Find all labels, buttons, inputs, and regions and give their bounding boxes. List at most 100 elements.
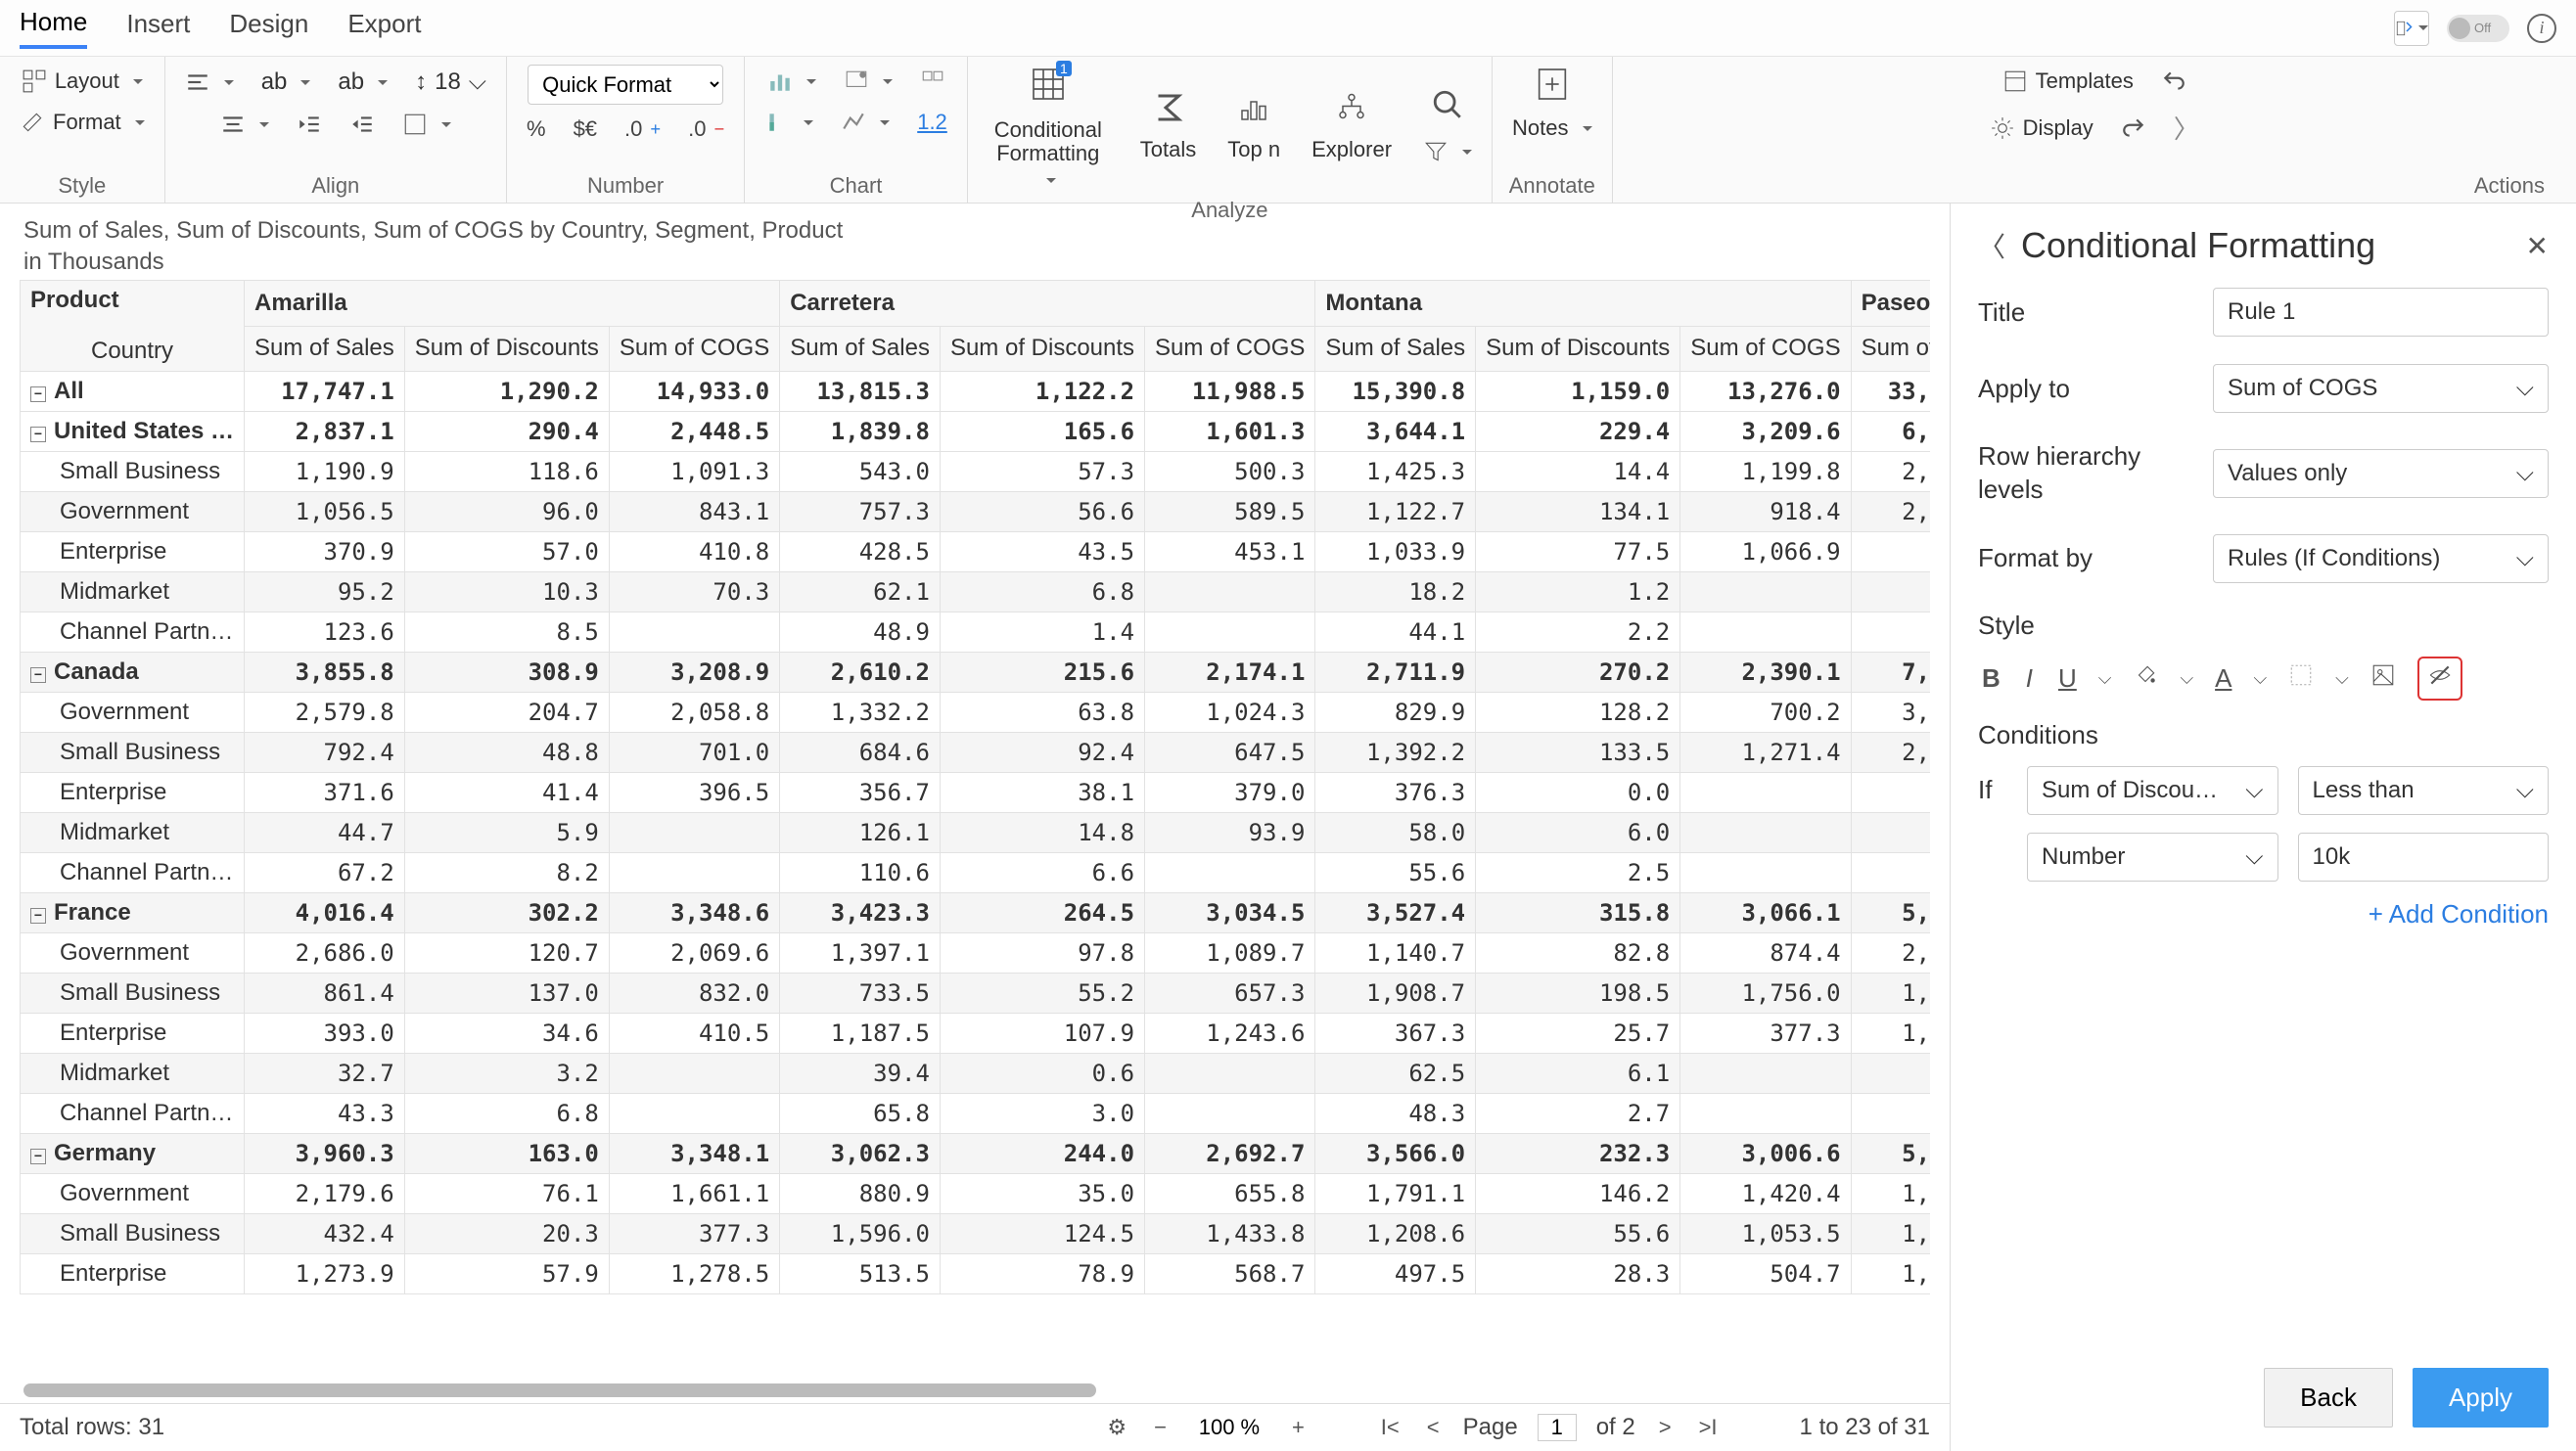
prev-page-button[interactable]: <: [1423, 1415, 1444, 1440]
bold-button[interactable]: B: [1978, 659, 2004, 698]
table-row[interactable]: Government2,686.0120.72,069.61,397.197.8…: [21, 933, 1931, 974]
format-button[interactable]: Format: [12, 106, 153, 139]
font-size-stepper[interactable]: ↕ 18 ⌵: [407, 65, 494, 100]
page-input[interactable]: [1538, 1414, 1577, 1441]
table-row[interactable]: −France4,016.4302.23,348.63,423.3264.53,…: [21, 893, 1931, 933]
filter-button[interactable]: [1415, 135, 1480, 168]
undo-button[interactable]: [2153, 65, 2194, 98]
first-page-button[interactable]: I<: [1377, 1415, 1403, 1440]
chart-spark-button[interactable]: [833, 106, 897, 139]
table-row[interactable]: −Canada3,855.8308.93,208.92,610.2215.62,…: [21, 653, 1931, 693]
fill-color-button[interactable]: [2129, 658, 2162, 699]
search-icon[interactable]: [1431, 88, 1464, 121]
sparkline-icon: [841, 110, 866, 135]
tab-design[interactable]: Design: [229, 9, 308, 47]
indent-button[interactable]: [342, 108, 383, 141]
borders-button[interactable]: [394, 108, 459, 141]
condition-type-select[interactable]: Number⌵: [2027, 833, 2278, 882]
ab-rotate-button[interactable]: ab: [253, 65, 319, 100]
table-row[interactable]: Channel Partn…123.68.548.91.444.12.283.9: [21, 612, 1931, 653]
table-row[interactable]: Small Business432.420.3377.31,596.0124.5…: [21, 1214, 1931, 1254]
formatby-select[interactable]: Rules (If Conditions)⌵: [2213, 534, 2549, 583]
applyto-select[interactable]: Sum of COGS⌵: [2213, 364, 2549, 413]
decimal-decrease-button[interactable]: .0−: [680, 113, 732, 146]
align-v-button[interactable]: [212, 108, 277, 141]
add-condition-link[interactable]: + Add Condition: [1978, 899, 2549, 930]
design-mode-icon[interactable]: [2394, 11, 2429, 46]
italic-button[interactable]: I: [2022, 659, 2037, 698]
condition-operator-select[interactable]: Less than⌵: [2298, 766, 2550, 815]
last-page-button[interactable]: >I: [1695, 1415, 1722, 1440]
border-styling-button[interactable]: [2284, 658, 2318, 699]
notes-button[interactable]: Notes: [1504, 112, 1599, 145]
apply-button[interactable]: Apply: [2413, 1368, 2549, 1428]
currency-button[interactable]: $€: [566, 113, 605, 146]
settings-gear-icon[interactable]: ⚙: [1103, 1415, 1130, 1440]
table-row[interactable]: −United States …2,837.1290.42,448.51,839…: [21, 412, 1931, 452]
underline-button[interactable]: U: [2054, 659, 2081, 698]
rowhierarchy-select[interactable]: Values only⌵: [2213, 449, 2549, 498]
zoom-input[interactable]: [1190, 1415, 1268, 1440]
expand-ribbon-button[interactable]: 〉: [2166, 106, 2207, 150]
templates-button[interactable]: Templates: [1995, 65, 2141, 98]
table-row[interactable]: Small Business1,190.9118.61,091.3543.057…: [21, 452, 1931, 492]
table-row[interactable]: Small Business792.448.8701.0684.692.4647…: [21, 733, 1931, 773]
layout-button[interactable]: Layout: [14, 65, 151, 98]
chart-bar-button[interactable]: [759, 65, 824, 98]
title-field-input[interactable]: Rule 1: [2213, 288, 2549, 337]
condition-value-input[interactable]: 10k: [2298, 833, 2550, 882]
menu-tabs: Home Insert Design Export Off i: [0, 0, 2576, 57]
table-row[interactable]: Midmarket44.75.9126.114.893.958.06.0198.…: [21, 813, 1931, 853]
table-row[interactable]: Government2,179.676.11,661.1880.935.0655…: [21, 1174, 1931, 1214]
table-row[interactable]: Midmarket95.210.370.362.16.818.21.2221.5: [21, 572, 1931, 612]
panel-close-icon[interactable]: ✕: [2526, 230, 2549, 262]
table-row[interactable]: −All17,747.11,290.214,933.013,815.31,122…: [21, 372, 1931, 412]
table-row[interactable]: Government1,056.596.0843.1757.356.6589.5…: [21, 492, 1931, 532]
style-section-label: Style: [1978, 611, 2549, 641]
chart-stack-button[interactable]: [757, 106, 821, 139]
hide-icon[interactable]: [2417, 657, 2462, 701]
tab-insert[interactable]: Insert: [126, 9, 190, 47]
ab-vertical-button[interactable]: ab: [330, 65, 395, 100]
chart-number-link[interactable]: 1.2: [909, 106, 955, 139]
zoom-out-button[interactable]: −: [1150, 1415, 1171, 1440]
table-row[interactable]: Enterprise371.641.4396.5356.738.1379.037…: [21, 773, 1931, 813]
info-icon[interactable]: i: [2527, 14, 2556, 43]
totals-button[interactable]: Totals: [1132, 133, 1204, 166]
eye-off-icon: [2427, 662, 2453, 688]
table-row[interactable]: Enterprise1,273.957.91,278.5513.578.9568…: [21, 1254, 1931, 1294]
redo-button[interactable]: [2113, 112, 2154, 145]
decimal-increase-button[interactable]: .0+: [617, 113, 668, 146]
table-row[interactable]: Government2,579.8204.72,058.81,332.263.8…: [21, 693, 1931, 733]
table-row[interactable]: Small Business861.4137.0832.0733.555.265…: [21, 974, 1931, 1014]
table-row[interactable]: −Germany3,960.3163.03,348.13,062.3244.02…: [21, 1134, 1931, 1174]
next-page-button[interactable]: >: [1655, 1415, 1676, 1440]
conditional-formatting-button[interactable]: Conditional Formatting: [980, 114, 1117, 192]
zoom-in-button[interactable]: +: [1288, 1415, 1309, 1440]
toggle-off[interactable]: Off: [2447, 15, 2509, 42]
tab-export[interactable]: Export: [347, 9, 421, 47]
tab-home[interactable]: Home: [20, 7, 87, 49]
table-row[interactable]: Enterprise370.957.0410.8428.543.5453.11,…: [21, 532, 1931, 572]
panel-back-arrow[interactable]: 〈: [1978, 226, 2005, 265]
topn-button[interactable]: Top n: [1219, 133, 1288, 166]
outdent-button[interactable]: [289, 108, 330, 141]
table-row[interactable]: Midmarket32.73.239.40.662.56.1241.1: [21, 1054, 1931, 1094]
horizontal-scrollbar[interactable]: [23, 1383, 1096, 1397]
table-row[interactable]: Channel Partn…43.36.865.83.048.32.7108.6: [21, 1094, 1931, 1134]
explorer-button[interactable]: Explorer: [1304, 133, 1400, 166]
chart-pin-button[interactable]: [836, 65, 900, 98]
indent-icon: [349, 112, 375, 137]
percent-button[interactable]: %: [519, 113, 554, 146]
table-row[interactable]: Enterprise393.034.6410.51,187.5107.91,24…: [21, 1014, 1931, 1054]
back-button[interactable]: Back: [2264, 1368, 2393, 1428]
image-styling-button[interactable]: [2367, 658, 2400, 699]
condition-field-select[interactable]: Sum of Discou…⌵: [2027, 766, 2278, 815]
chart-grid-button[interactable]: [912, 65, 953, 98]
pivot-table[interactable]: ProductCountryAmarillaCarreteraMontanaPa…: [20, 280, 1930, 1383]
table-row[interactable]: Channel Partn…67.28.2110.66.655.62.5165.…: [21, 853, 1931, 893]
display-button[interactable]: Display: [1982, 112, 2101, 145]
quick-format-select[interactable]: Quick Format: [528, 65, 723, 105]
align-h-button[interactable]: [177, 66, 242, 99]
font-color-button[interactable]: A: [2211, 659, 2235, 698]
